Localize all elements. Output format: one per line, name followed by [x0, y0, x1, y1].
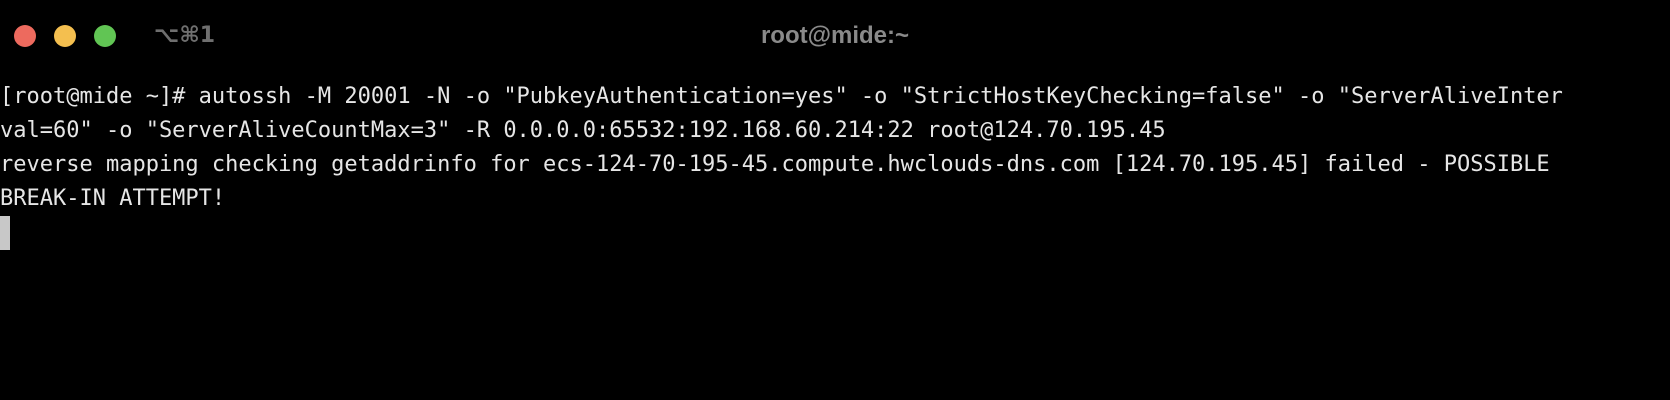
cursor-line [0, 216, 1670, 250]
terminal-line: reverse mapping checking getaddrinfo for… [0, 152, 1550, 177]
terminal-window: ⌥⌘1 root@mide:~ [root@mide ~]# autossh -… [0, 0, 1670, 400]
title-bar: ⌥⌘1 root@mide:~ [0, 0, 1670, 72]
terminal-line: [root@mide ~]# autossh -M 20001 -N -o "P… [0, 84, 1563, 109]
terminal-line: BREAK-IN ATTEMPT! [0, 186, 226, 211]
window-title: root@mide:~ [760, 22, 910, 49]
text-cursor [0, 216, 10, 250]
terminal-line: val=60" -o "ServerAliveCountMax=3" -R 0.… [0, 118, 1166, 143]
terminal-output[interactable]: [root@mide ~]# autossh -M 20001 -N -o "P… [0, 80, 1670, 400]
